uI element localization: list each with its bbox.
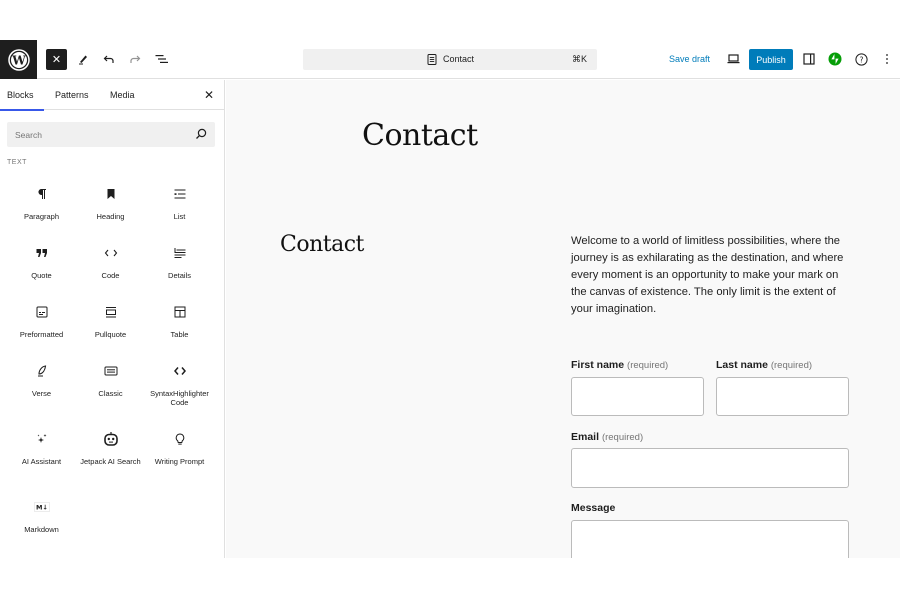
document-overview-button[interactable] <box>150 48 172 70</box>
message-field[interactable] <box>571 520 849 558</box>
tools-button[interactable] <box>72 48 94 70</box>
block-search <box>7 122 215 147</box>
post-title[interactable]: Contact <box>362 118 478 153</box>
pullquote-icon <box>105 307 116 318</box>
undo-button[interactable] <box>98 48 120 70</box>
tab-media[interactable]: Media <box>110 90 135 100</box>
block-list[interactable]: List <box>145 186 214 221</box>
block-syntaxhighlighter-code[interactable]: SyntaxHighlighter Code <box>145 363 214 407</box>
publish-button[interactable]: Publish <box>749 49 793 70</box>
wordpress-logo-icon: W <box>7 48 30 71</box>
preview-button[interactable] <box>722 48 744 70</box>
syntax-code-icon <box>173 367 186 375</box>
help-button[interactable]: ? <box>850 48 872 70</box>
required-hint: (required) <box>627 360 669 371</box>
publish-label: Publish <box>756 54 786 65</box>
message-label: Message <box>571 502 616 514</box>
tab-blocks[interactable]: Blocks <box>0 90 43 111</box>
page-icon <box>427 54 437 65</box>
help-icon: ? <box>854 52 868 66</box>
block-pullquote[interactable]: Pullquote <box>76 304 145 339</box>
editor-header: W ✕ Contact ⌘K Save draft Publish ? <box>0 40 900 79</box>
document-title: Contact <box>443 54 475 64</box>
block-jetpack-ai-search[interactable]: Jetpack AI Search <box>76 431 145 466</box>
table-icon <box>174 306 185 318</box>
close-inserter-button[interactable]: ✕ <box>204 88 214 102</box>
save-draft-button[interactable]: Save draft <box>669 54 710 64</box>
sidebar-icon <box>803 53 815 65</box>
quote-icon <box>36 249 47 257</box>
block-writing-prompt[interactable]: Writing Prompt <box>145 431 214 466</box>
required-hint: (required) <box>601 432 644 443</box>
preformatted-icon <box>36 306 47 318</box>
block-search-input[interactable] <box>7 122 177 147</box>
svg-text:?: ? <box>859 55 863 64</box>
block-table[interactable]: Table <box>145 304 214 339</box>
markdown-icon: M↓ <box>33 502 50 512</box>
last-name-label: Last name (required) <box>716 359 813 371</box>
more-vertical-icon <box>886 54 888 64</box>
details-icon <box>174 248 185 258</box>
pencil-icon <box>79 55 87 65</box>
required-hint: (required) <box>770 360 813 371</box>
settings-sidebar-toggle[interactable] <box>798 48 820 70</box>
email-field[interactable] <box>571 448 849 488</box>
tab-patterns[interactable]: Patterns <box>55 90 89 100</box>
close-icon: ✕ <box>51 54 62 66</box>
block-preformatted[interactable]: Preformatted <box>7 304 76 339</box>
block-markdown[interactable]: M↓ Markdown <box>7 499 76 534</box>
block-heading[interactable]: Heading <box>76 186 145 221</box>
block-inserter-panel: Blocks Patterns Media ✕ TEXT Paragraph <box>0 80 225 558</box>
block-ai-assistant[interactable]: AI Assistant <box>7 431 76 466</box>
jetpack-button[interactable] <box>824 48 846 70</box>
email-label: Email (required) <box>571 431 644 443</box>
classic-icon <box>104 366 117 376</box>
last-name-field[interactable] <box>716 377 849 416</box>
block-details[interactable]: Details <box>145 245 214 280</box>
block-classic[interactable]: Classic <box>76 363 145 398</box>
redo-button[interactable] <box>124 48 146 70</box>
block-quote[interactable]: Quote <box>7 245 76 280</box>
paragraph-icon <box>37 189 46 199</box>
editor-canvas: Contact Contact Welcome to a world of li… <box>226 80 900 558</box>
command-palette-button[interactable]: Contact ⌘K <box>303 49 597 70</box>
list-icon <box>174 189 185 199</box>
block-code[interactable]: Code <box>76 245 145 280</box>
undo-icon <box>103 55 114 63</box>
paragraph-block[interactable]: Welcome to a world of limitless possibil… <box>571 233 856 318</box>
heading-block[interactable]: Contact <box>280 232 364 257</box>
keyboard-shortcut: ⌘K <box>571 54 587 64</box>
ai-sparkle-icon <box>37 434 46 443</box>
block-verse[interactable]: Verse <box>7 363 76 398</box>
redo-icon <box>130 55 141 63</box>
svg-text:M↓: M↓ <box>36 504 48 512</box>
wordpress-logo-button[interactable]: W <box>0 40 37 79</box>
lightbulb-icon <box>175 432 184 445</box>
verse-icon <box>37 365 46 377</box>
robot-icon <box>103 432 118 446</box>
category-label: TEXT <box>7 159 27 166</box>
jetpack-icon <box>828 52 842 66</box>
list-view-icon <box>155 55 168 63</box>
block-paragraph[interactable]: Paragraph <box>7 186 76 221</box>
search-icon <box>196 128 207 139</box>
options-button[interactable] <box>876 48 898 70</box>
heading-icon <box>107 189 114 199</box>
desktop-icon <box>727 54 739 64</box>
close-icon: ✕ <box>204 88 215 102</box>
svg-text:W: W <box>11 53 26 67</box>
code-icon <box>104 249 117 257</box>
close-block-inserter-button[interactable]: ✕ <box>46 49 67 70</box>
inserter-tabs: Blocks Patterns Media ✕ <box>0 80 224 111</box>
first-name-field[interactable] <box>571 377 704 416</box>
block-editor: W ✕ Contact ⌘K Save draft Publish ? Bloc… <box>0 40 900 558</box>
first-name-label: First name (required) <box>571 359 669 371</box>
